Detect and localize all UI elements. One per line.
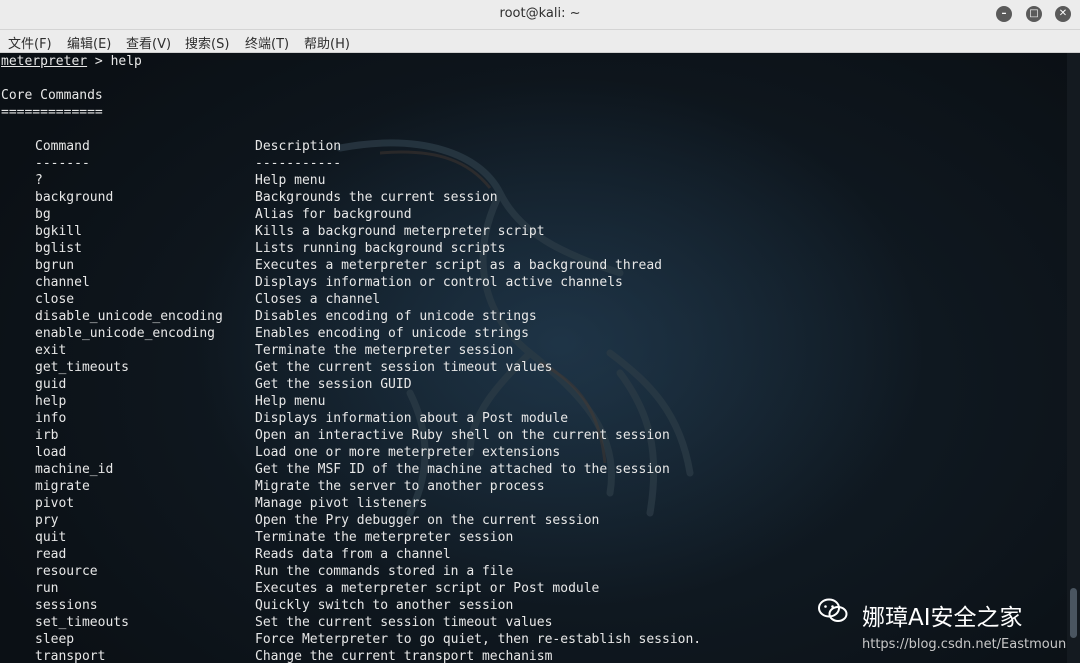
row-command: transport — [35, 649, 106, 663]
close-icon[interactable]: ✕ — [1055, 6, 1071, 22]
row-description: Get the MSF ID of the machine attached t… — [255, 462, 670, 477]
row-command: resource — [35, 564, 98, 579]
wechat-icon — [818, 598, 848, 622]
prompt-line: meterpreter > help — [1, 53, 142, 70]
menu-search[interactable]: 搜索(S) — [185, 33, 229, 52]
row-command: sessions — [35, 598, 98, 613]
row-description: Get the session GUID — [255, 377, 412, 392]
row-command: irb — [35, 428, 59, 443]
row-description: Displays information or control active c… — [255, 275, 623, 290]
row-command: sleep — [35, 632, 75, 647]
row-command: bgkill — [35, 224, 82, 239]
row-description: Manage pivot listeners — [255, 496, 428, 511]
window-titlebar[interactable]: root@kali: ~ – □ ✕ — [0, 0, 1080, 30]
row-command: info — [35, 411, 67, 426]
row-command: bgrun — [35, 258, 75, 273]
prompt-command: > help — [87, 54, 142, 69]
kali-dragon-watermark — [336, 139, 694, 517]
prompt-name: meterpreter — [1, 54, 88, 69]
row-command: set_timeouts — [35, 615, 129, 630]
row-command: migrate — [35, 479, 90, 494]
row-description: Lists running background scripts — [255, 241, 506, 256]
row-command: exit — [35, 343, 67, 358]
row-command: ? — [35, 173, 43, 188]
minimize-icon[interactable]: – — [996, 6, 1012, 22]
row-command: pry — [35, 513, 59, 528]
section-title: Core Commands — [1, 87, 103, 104]
row-command: load — [35, 445, 67, 460]
menu-file[interactable]: 文件(F) — [8, 33, 52, 52]
row-description: Set the current session timeout values — [255, 615, 553, 630]
row-description: Alias for background — [255, 207, 412, 222]
row-command: bg — [35, 207, 51, 222]
row-command: help — [35, 394, 67, 409]
row-description: Migrate the server to another process — [255, 479, 545, 494]
menu-edit[interactable]: 编辑(E) — [67, 33, 111, 52]
row-description: Change the current transport mechanism — [255, 649, 553, 663]
section-rule: ============= — [1, 104, 103, 121]
row-command: close — [35, 292, 75, 307]
row-description: Kills a background meterpreter script — [255, 224, 545, 239]
row-description: Run the commands stored in a file — [255, 564, 514, 579]
row-description: Enables encoding of unicode strings — [255, 326, 529, 341]
row-command: get_timeouts — [35, 360, 129, 375]
row-description: Terminate the meterpreter session — [255, 530, 514, 545]
row-description: Get the current session timeout values — [255, 360, 553, 375]
row-description: Terminate the meterpreter session — [255, 343, 514, 358]
row-description: Help menu — [255, 173, 326, 188]
section-title-text: Core Commands — [1, 88, 103, 103]
row-command: enable_unicode_encoding — [35, 326, 216, 341]
header-command: Command — [35, 139, 90, 154]
row-command: channel — [35, 275, 90, 290]
row-command: pivot — [35, 496, 75, 511]
row-description: Executes a meterpreter script as a backg… — [255, 258, 662, 273]
row-description: Closes a channel — [255, 292, 381, 307]
row-command: read — [35, 547, 67, 562]
window-title: root@kali: ~ — [499, 6, 581, 21]
row-description: Open the Pry debugger on the current ses… — [255, 513, 600, 528]
scrollbar-thumb[interactable] — [1070, 588, 1077, 638]
row-description: Disables encoding of unicode strings — [255, 309, 537, 324]
menu-bar: 文件(F) 编辑(E) 查看(V) 搜索(S) 终端(T) 帮助(H) — [0, 30, 1080, 53]
row-description: Displays information about a Post module — [255, 411, 569, 426]
row-command: machine_id — [35, 462, 114, 477]
row-description: Executes a meterpreter script or Post mo… — [255, 581, 600, 596]
header-rule-command: ------- — [35, 156, 90, 171]
row-command: run — [35, 581, 59, 596]
row-description: Backgrounds the current session — [255, 190, 498, 205]
row-description: Force Meterpreter to go quiet, then re-e… — [255, 632, 702, 647]
menu-help[interactable]: 帮助(H) — [304, 33, 350, 52]
section-rule-text: ============= — [1, 105, 103, 120]
row-description: Reads data from a channel — [255, 547, 451, 562]
watermark-name: 娜璋AI安全之家 — [862, 605, 1023, 631]
row-description: Load one or more meterpreter extensions — [255, 445, 561, 460]
row-command: guid — [35, 377, 67, 392]
terminal-scrollbar[interactable] — [1067, 53, 1080, 663]
watermark-url: https://blog.csdn.net/Eastmoun — [862, 637, 1067, 652]
row-description: Help menu — [255, 394, 326, 409]
menu-view[interactable]: 查看(V) — [126, 33, 171, 52]
row-command: bglist — [35, 241, 82, 256]
header-description: Description — [255, 139, 342, 154]
row-description: Quickly switch to another session — [255, 598, 514, 613]
maximize-icon[interactable]: □ — [1026, 6, 1042, 22]
terminal-output[interactable]: meterpreter > help Core Commands =========… — [0, 53, 1067, 663]
row-command: quit — [35, 530, 67, 545]
header-rule-description: ----------- — [255, 156, 342, 171]
row-command: disable_unicode_encoding — [35, 309, 223, 324]
menu-terminal[interactable]: 终端(T) — [245, 33, 289, 52]
row-command: background — [35, 190, 114, 205]
row-description: Open an interactive Ruby shell on the cu… — [255, 428, 670, 443]
